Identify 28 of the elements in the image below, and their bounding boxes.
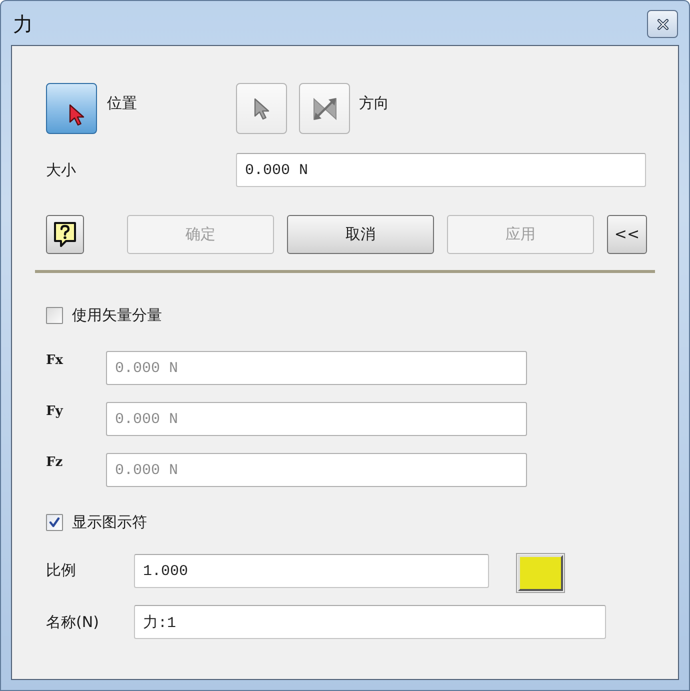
window-title: 力 bbox=[13, 11, 33, 38]
help-button[interactable] bbox=[46, 215, 84, 254]
dialog-button[interactable]: 取消 bbox=[287, 215, 434, 254]
field-label: Fy bbox=[46, 404, 64, 420]
field-label: 名称(N) bbox=[46, 612, 100, 633]
flip-button[interactable] bbox=[299, 83, 350, 134]
field-label: Fz bbox=[46, 455, 64, 471]
field-label: Fx bbox=[46, 353, 64, 369]
field-label: 位置 bbox=[107, 93, 137, 113]
cursor-icon bbox=[254, 98, 270, 120]
input-field[interactable]: 力:1 bbox=[134, 605, 606, 639]
collapse-button[interactable]: << bbox=[607, 215, 647, 254]
checkbox[interactable] bbox=[46, 514, 63, 530]
field-label: 比例 bbox=[46, 560, 77, 581]
checkbox-label: 使用矢量分量 bbox=[72, 305, 162, 325]
checkbox-label: 显示图示符 bbox=[72, 512, 147, 532]
close-button[interactable] bbox=[647, 10, 678, 38]
input-field[interactable]: 0.000 N bbox=[236, 153, 646, 187]
field-label: 方向 bbox=[359, 93, 389, 113]
field-label: 大小 bbox=[46, 160, 77, 180]
cursor-icon bbox=[68, 104, 84, 126]
select-button[interactable] bbox=[236, 83, 287, 134]
check-icon bbox=[49, 516, 60, 528]
select-button[interactable] bbox=[46, 83, 97, 134]
input-field[interactable]: 1.000 bbox=[134, 554, 489, 588]
checkbox[interactable] bbox=[46, 306, 63, 324]
help-icon bbox=[53, 221, 77, 248]
close-icon bbox=[656, 18, 668, 30]
